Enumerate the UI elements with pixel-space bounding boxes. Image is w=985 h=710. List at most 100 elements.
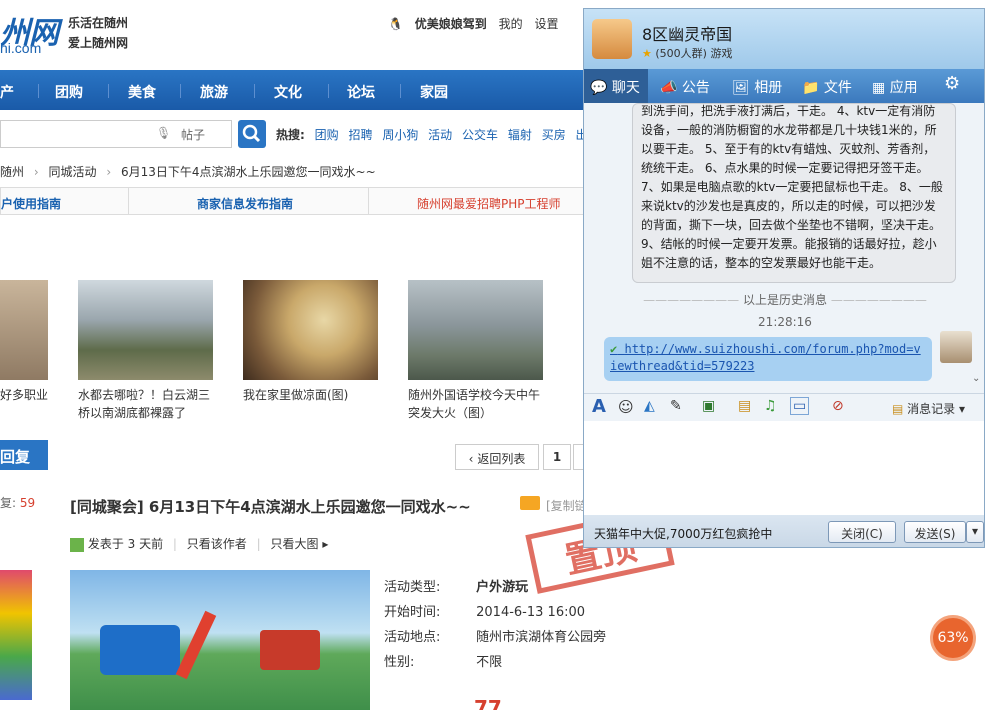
group-avatar[interactable] — [592, 19, 632, 59]
message-record-button[interactable]: ▤ 消息记录 ▾ — [892, 400, 965, 417]
nav-item-luntan[interactable]: 论坛 — [347, 82, 375, 102]
guide-hiring-link[interactable]: 随州网最爱招聘PHP工程师 — [417, 195, 561, 212]
music-icon[interactable]: ♫ — [764, 398, 777, 414]
progress-badge[interactable]: 63% — [930, 615, 976, 661]
info-value: 户外游玩 — [476, 580, 529, 595]
group-name: 8区幽灵帝国 — [642, 25, 733, 44]
search-scope-select[interactable]: 帖子 — [181, 126, 205, 143]
history-message-bubble: 到洗手间，把洗手液打满后，干走。 4、ktv一定有消防设备，一般的消防橱窗的水龙… — [632, 103, 956, 283]
hot-term[interactable]: 活动 — [428, 128, 452, 142]
message-input[interactable] — [584, 421, 984, 515]
tab-announcement[interactable]: 📣 公告 — [660, 77, 710, 97]
message-link[interactable]: http://www.suizhoushi.com/forum.php?mod=… — [610, 342, 921, 373]
scroll-down-icon[interactable]: ⌄ — [972, 373, 980, 384]
tab-chat-label: 聊天 — [611, 80, 640, 96]
history-marker-text: 以上是历史消息 — [742, 293, 827, 307]
page-number-button[interactable]: 1 — [543, 444, 571, 470]
hot-search: 热搜: 团购 招聘 周小狗 活动 公交车 辐射 买房 出租 — [276, 126, 600, 143]
nav-item-0[interactable]: 产 — [0, 82, 14, 102]
tab-files[interactable]: 📁 文件 — [802, 77, 852, 97]
nav-item-tuangou[interactable]: 团购 — [55, 82, 83, 102]
guide-bar: 户使用指南 商家信息发布指南 随州网最爱招聘PHP工程师 — [0, 187, 585, 215]
tab-album-label: 相册 — [754, 80, 783, 96]
send-button[interactable]: 发送(S) — [904, 521, 966, 543]
hot-term[interactable]: 公交车 — [462, 128, 498, 142]
tab-files-label: 文件 — [823, 80, 852, 96]
font-icon[interactable]: A — [592, 396, 606, 417]
guide-user-link[interactable]: 户使用指南 — [1, 195, 61, 212]
tab-album[interactable]: 🖼 相册 — [732, 77, 782, 97]
send-options-chevron-icon[interactable]: ▾ — [966, 521, 984, 543]
post-title: [同城聚会] 6月13日下午4点滨湖水上乐园邀您一同戏水~~ — [70, 498, 471, 516]
chevron-down-icon: ▾ — [959, 402, 966, 416]
gear-icon[interactable]: ⚙ — [944, 73, 960, 94]
hot-term[interactable]: 招聘 — [348, 128, 372, 142]
guide-merchant-link[interactable]: 商家信息发布指南 — [197, 195, 293, 212]
thumb-image[interactable] — [408, 280, 543, 380]
tab-apps[interactable]: ▦ 应用 — [872, 77, 918, 97]
history-message-text: 到洗手间，把洗手液打满后，干走。 4、ktv一定有消防设备，一般的消防橱窗的水龙… — [641, 104, 943, 270]
doodle-icon[interactable]: ✎ — [670, 398, 682, 414]
nav-item-meishi[interactable]: 美食 — [128, 82, 156, 102]
nav-item-jiayuan[interactable]: 家园 — [420, 82, 448, 102]
megaphone-icon: 📣 — [660, 80, 678, 96]
fire-icon — [520, 496, 540, 510]
thumb-image[interactable] — [243, 280, 378, 380]
search-input[interactable]: 🎙 帖子 — [0, 120, 232, 148]
side-banner-image[interactable] — [0, 570, 32, 700]
info-value: 2014-6-13 16:00 — [476, 605, 586, 620]
my-menu[interactable]: 我的 — [499, 17, 523, 31]
post-main-image[interactable] — [70, 570, 370, 710]
user-name-link[interactable]: 优美娘娘驾到 — [415, 17, 487, 31]
only-author-link[interactable]: 只看该作者 — [187, 537, 247, 551]
chat-history: 到洗手间，把洗手液打满后，干走。 4、ktv一定有消防设备，一般的消防橱窗的水龙… — [584, 103, 984, 393]
message-record-label: 消息记录 — [907, 402, 956, 416]
settings-link[interactable]: 设置 — [534, 17, 558, 31]
thumb-caption[interactable]: 好多职业 — [0, 386, 48, 404]
tab-apps-label: 应用 — [889, 80, 918, 96]
image-icon[interactable]: ▣ — [702, 398, 715, 414]
block-icon[interactable]: ⊘ — [832, 398, 844, 414]
hot-term[interactable]: 买房 — [542, 128, 566, 142]
hot-term[interactable]: 团购 — [315, 128, 339, 142]
thumb-caption[interactable]: 水都去哪啦？！白云湖三桥以南湖底都裸露了 — [78, 386, 218, 422]
hot-search-label: 热搜: — [276, 128, 305, 142]
slogan-line1: 乐活在随州 — [68, 16, 129, 30]
breadcrumb-item[interactable]: 同城活动 — [48, 165, 96, 179]
group-subtitle-text: (500人群) 游戏 — [655, 47, 733, 60]
microphone-icon[interactable]: 🎙 — [156, 126, 171, 140]
site-logo-domain: hi.com — [0, 40, 42, 56]
checkmark-icon: ✔ — [610, 342, 618, 356]
reply-button[interactable]: 回复 — [0, 440, 48, 470]
nav-item-wenhua[interactable]: 文化 — [274, 82, 302, 102]
group-subtitle: ★ (500人群) 游戏 — [642, 45, 732, 61]
record-icon: ▤ — [892, 402, 904, 416]
nav-item-lvyou[interactable]: 旅游 — [200, 82, 228, 102]
hot-term[interactable]: 周小狗 — [382, 128, 418, 142]
info-value: 随州市滨湖体育公园旁 — [476, 630, 607, 645]
thumb-caption[interactable]: 随州外国语学校今天中午突发大火（图） — [408, 386, 548, 422]
message-time: 21:28:16 — [758, 315, 812, 329]
copy-link-button[interactable]: [复制链 — [546, 497, 587, 514]
close-button[interactable]: 关闭(C) — [828, 521, 896, 543]
shake-icon[interactable]: ◭ — [644, 398, 655, 414]
emoji-icon[interactable]: ☺ — [618, 398, 634, 416]
breadcrumb-item[interactable]: 随州 — [0, 165, 24, 179]
reply-count: 复: 59 — [0, 494, 35, 511]
screenshot-icon[interactable]: ▭ — [790, 397, 810, 415]
note-icon[interactable]: ▤ — [738, 398, 751, 414]
my-avatar[interactable] — [940, 331, 972, 363]
thumb-caption[interactable]: 我在家里做凉面(图) — [243, 386, 383, 404]
hot-term[interactable]: 辐射 — [508, 128, 532, 142]
tab-chat[interactable]: 💬 聊天 — [584, 69, 648, 103]
info-row: 开始时间: 2014-6-13 16:00 — [384, 601, 585, 620]
thumb-image[interactable] — [0, 280, 48, 380]
album-icon: 🖼 — [732, 80, 750, 96]
qq-tab-bar: 💬 聊天 📣 公告 🖼 相册 📁 文件 ▦ 应用 ⚙ — [584, 69, 984, 103]
history-marker: ———————— 以上是历史消息 ———————— — [643, 293, 927, 307]
ad-link[interactable]: 天猫年中大促,7000万红包疯抢中 — [594, 525, 772, 542]
thumb-image[interactable] — [78, 280, 213, 380]
search-button[interactable] — [238, 120, 266, 148]
only-images-link[interactable]: 只看大图 — [271, 537, 319, 551]
back-to-list-button[interactable]: ‹ 返回列表 — [455, 444, 539, 470]
